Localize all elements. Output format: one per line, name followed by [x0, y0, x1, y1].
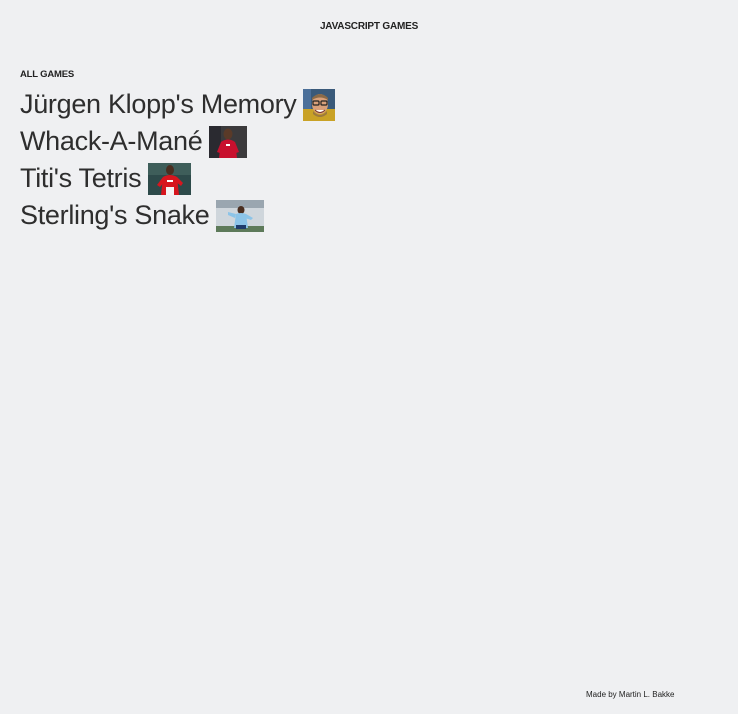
footer-credit: Made by Martin L. Bakke [586, 690, 675, 699]
game-link-label: Whack-A-Mané [20, 126, 203, 156]
mane-thumbnail [209, 125, 248, 158]
game-link-label: Sterling's Snake [20, 200, 210, 230]
game-link-sterling-snake[interactable]: Sterling's Snake [20, 197, 335, 234]
klopp-thumbnail [303, 88, 336, 121]
game-link-label: Titi's Tetris [20, 163, 142, 193]
game-link-klopp-memory[interactable]: Jürgen Klopp's Memory [20, 86, 336, 123]
sterling-thumbnail [216, 199, 265, 232]
page-title: JAVASCRIPT GAMES [319, 21, 419, 32]
game-link-whack-a-mane[interactable]: Whack-A-Mané [20, 123, 335, 160]
henry-thumbnail [148, 162, 192, 195]
game-link-label: Jürgen Klopp's Memory [20, 89, 297, 119]
section-heading-all-games: ALL GAMES [20, 69, 74, 80]
game-link-titi-tetris[interactable]: Titi's Tetris [20, 160, 335, 197]
game-list: Jürgen Klopp's Memory Whack-A-Mané Titi'… [20, 86, 336, 234]
